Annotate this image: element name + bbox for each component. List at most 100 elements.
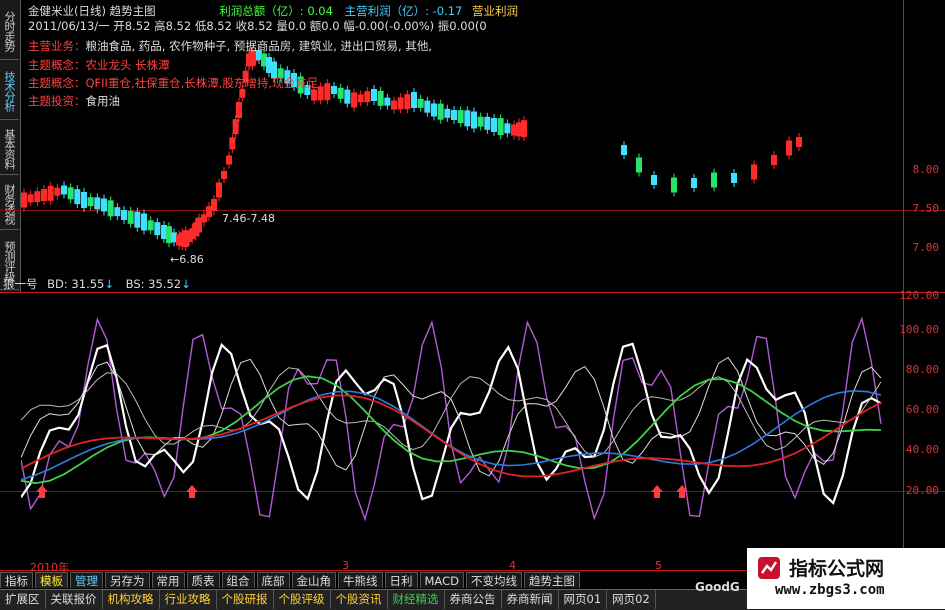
- tab-fundamentals[interactable]: 基本资料: [0, 120, 19, 175]
- candle-body: [636, 157, 642, 173]
- candle-body: [114, 207, 121, 217]
- business-label: 主营业务：: [28, 39, 86, 53]
- indicator-tab[interactable]: 另存为: [105, 572, 150, 588]
- indicator-axis: 120.00 100.00 80.00 60.00 40.00 20.00: [899, 289, 945, 570]
- price-axis: 8.00 7.50 7.00: [905, 0, 945, 292]
- candle-body: [411, 92, 417, 108]
- indicator-bd: BD: 31.55: [47, 277, 105, 291]
- candle-body: [451, 110, 457, 120]
- function-bar-button[interactable]: 个股资讯: [331, 590, 388, 609]
- indicator-tab[interactable]: 金山角: [291, 572, 336, 588]
- candle-body: [141, 213, 147, 231]
- indicator-tab[interactable]: 质表: [186, 572, 220, 588]
- candle-body: [751, 164, 757, 180]
- function-bar-button[interactable]: 网页02: [607, 590, 656, 609]
- watermark: 指标公式网 www.zbgs3.com: [747, 548, 945, 609]
- candle-body: [786, 140, 792, 156]
- function-bar-button[interactable]: 个股评级: [274, 590, 331, 609]
- concept1-text: 农业龙头 长株潭: [85, 58, 170, 72]
- candle-body: [711, 172, 717, 188]
- indicator-tab[interactable]: 底部: [256, 572, 290, 588]
- business-text: 粮油食品, 药品, 农作物种子, 预据商品房, 建筑业, 进出口贸易, 其他,: [85, 39, 433, 53]
- candle-body: [21, 192, 27, 208]
- candle-body: [101, 198, 107, 212]
- indicator-line: [21, 356, 882, 477]
- indicator-tab[interactable]: 常用: [151, 572, 185, 588]
- candle-body: [477, 116, 484, 127]
- candle-body: [371, 89, 377, 101]
- indicator-tab[interactable]: 日利: [384, 572, 418, 588]
- invest-label: 主题投资：: [28, 94, 86, 108]
- footer-brand: GoodG: [695, 580, 740, 594]
- left-tab-strip: 分时走势 技术分析 基本资料 财务透视 预测评级: [0, 0, 21, 292]
- candle-body: [311, 89, 317, 101]
- candle-body: [621, 145, 627, 155]
- function-bar-button[interactable]: 券商公告: [445, 590, 502, 609]
- candle-body: [337, 87, 344, 99]
- indicator-tab[interactable]: 不变均线: [465, 572, 522, 588]
- candle-body: [491, 118, 497, 132]
- indicator-tab[interactable]: 指标: [0, 572, 33, 588]
- candle-body: [331, 86, 337, 94]
- indicator-line: [21, 394, 882, 478]
- candle-body: [497, 118, 504, 136]
- candle-body: [147, 220, 154, 231]
- stock-name: 金健米业(日线): [28, 4, 106, 18]
- candle-body: [521, 120, 527, 138]
- candle-body: [216, 182, 222, 198]
- indicator-tab[interactable]: MACD: [419, 572, 464, 588]
- operating-profit-label: 营业利润: [472, 4, 519, 18]
- arrow-down-icon: ↓: [181, 277, 191, 291]
- indicator-tick: 120.00: [899, 289, 939, 302]
- candle-body: [484, 116, 491, 130]
- indicator-tab[interactable]: 模板: [35, 572, 68, 588]
- indicator-chart[interactable]: [21, 292, 901, 570]
- buy-arrow-icon: [36, 485, 48, 498]
- arrow-down-icon: ↓: [104, 277, 114, 291]
- price-low-value: 6.86: [179, 253, 204, 266]
- candle-body: [47, 185, 54, 201]
- indicator-tick: 60.00: [905, 403, 939, 416]
- candle-body: [404, 94, 411, 110]
- candle-body: [357, 94, 364, 103]
- candle-body: [27, 194, 34, 203]
- function-bar-button[interactable]: 个股研报: [217, 590, 274, 609]
- indicator-name: 狼一号: [3, 277, 38, 291]
- indicator-tab[interactable]: 组合: [221, 572, 255, 588]
- indicator-tab[interactable]: 牛熊线: [338, 572, 383, 588]
- price-range-annotation: 7.46-7.48: [222, 212, 275, 225]
- candle-body: [221, 171, 227, 179]
- tab-technical[interactable]: 技术分析: [0, 60, 19, 120]
- candle-body: [384, 97, 391, 106]
- function-bar-button[interactable]: 行业攻略: [160, 590, 217, 609]
- candle-body: [471, 111, 477, 129]
- function-bar-button[interactable]: 关联报价: [46, 590, 103, 609]
- indicator-tab-strip: 指标 模板 管理 另存为 常用 质表 组合 底部 金山角 牛熊线 日利 MACD 不变均线 趋势主图: [0, 572, 720, 589]
- candle-body: [364, 91, 371, 103]
- candle-body: [127, 210, 134, 224]
- business-line: 主营业务：粮油食品, 药品, 农作物种子, 预据商品房, 建筑业, 进出口贸易,…: [28, 38, 432, 54]
- indicator-tick: 100.00: [899, 323, 939, 336]
- indicator-tab[interactable]: 管理: [70, 572, 103, 588]
- candle-body: [67, 187, 74, 200]
- buy-arrow-icon: [651, 485, 663, 498]
- function-bar-button[interactable]: 扩展区: [0, 590, 46, 609]
- candle-body: [211, 199, 217, 211]
- candle-body: [424, 100, 431, 113]
- concept-line-1: 主题概念：农业龙头 长株潭: [28, 57, 170, 73]
- function-bar-button[interactable]: 券商新闻: [502, 590, 559, 609]
- watermark-url: www.zbgs3.com: [775, 582, 885, 598]
- function-bar-button[interactable]: 机构攻略: [103, 590, 160, 609]
- function-bar-button[interactable]: 财经精选: [388, 590, 445, 609]
- candle-body: [154, 222, 161, 236]
- tab-intraday[interactable]: 分时走势: [0, 0, 19, 60]
- time-label: 4: [509, 559, 516, 572]
- tab-financials[interactable]: 财务透视: [0, 175, 19, 230]
- candle-body: [232, 119, 239, 135]
- main-profit-label: 主营利润（亿）: [344, 4, 426, 18]
- function-bar-button[interactable]: 网页01: [559, 590, 608, 609]
- time-label: 3: [342, 559, 349, 572]
- indicator-tab[interactable]: 趋势主图: [523, 572, 580, 588]
- candle-body: [107, 200, 114, 217]
- price-tick: 8.00: [912, 163, 940, 176]
